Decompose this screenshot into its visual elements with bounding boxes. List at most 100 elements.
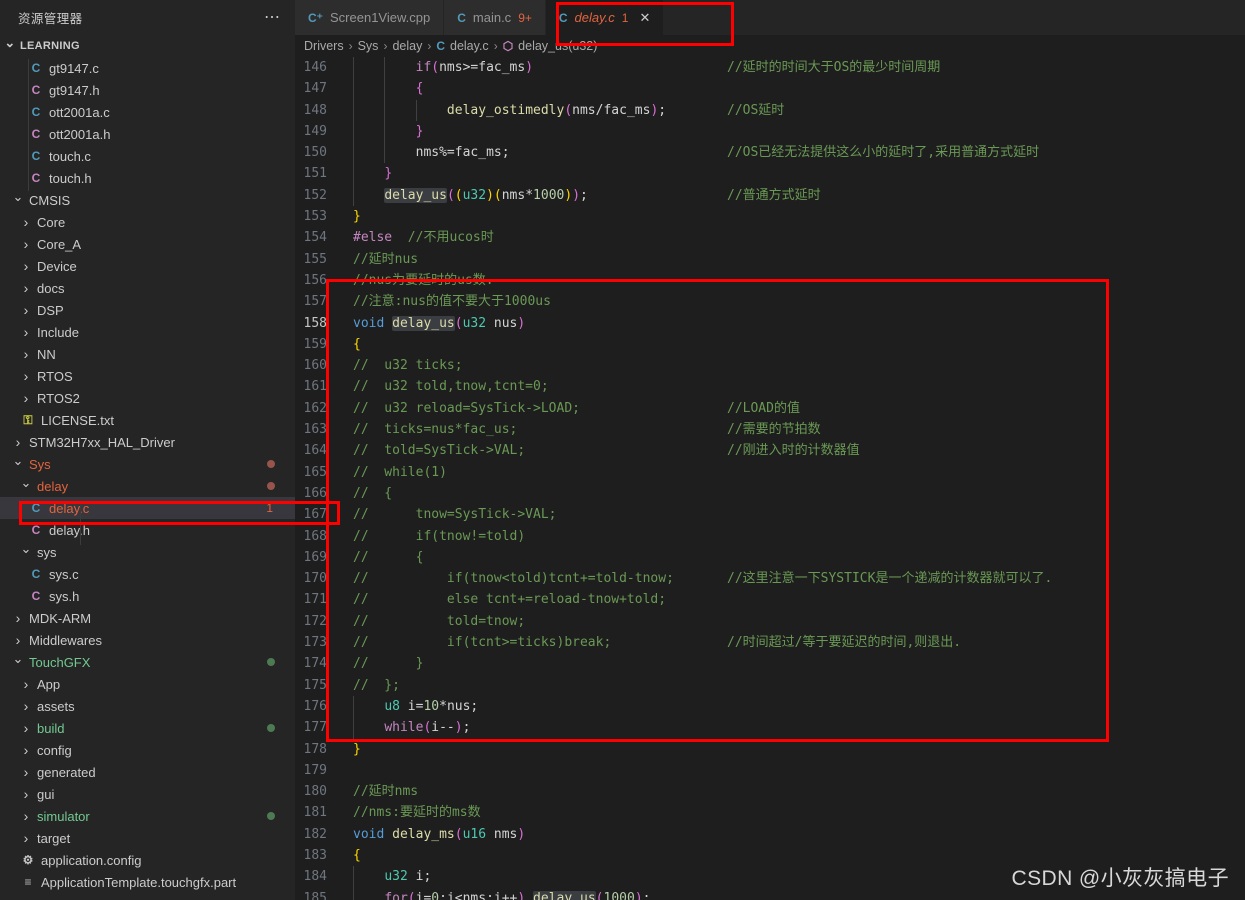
code-line: 159 { xyxy=(295,334,1245,355)
tree-item-include[interactable]: Include xyxy=(0,321,295,343)
tree-item-ott2001a-h[interactable]: Cott2001a.h xyxy=(0,123,295,145)
code-token: ; xyxy=(658,102,667,118)
code-editor[interactable]: 146 if(nms>=fac_ms)//延时的时间大于OS的最少时间周期 147… xyxy=(295,57,1245,900)
tree-item-label: LICENSE.txt xyxy=(41,412,114,428)
breadcrumb-part[interactable]: Drivers xyxy=(304,39,344,53)
code-token: %= xyxy=(439,145,455,161)
workspace-section-header[interactable]: LEARNING xyxy=(0,35,295,57)
tree-item-dsp[interactable]: DSP xyxy=(0,299,295,321)
code-token: i xyxy=(407,698,416,714)
code-line: 163 // ticks=nus*fac_us; //需要的节拍数 xyxy=(295,419,1245,440)
tree-item-sys[interactable]: sys xyxy=(0,541,295,563)
h-file-icon: C xyxy=(31,171,41,185)
tree-item-sys-h[interactable]: Csys.h xyxy=(0,585,295,607)
code-line: 168 // if(tnow!=told) xyxy=(295,526,1245,547)
code-line: 180 //延时nms xyxy=(295,781,1245,802)
code-token: //nus为要延时的us数. xyxy=(353,272,494,288)
code-token: u32 xyxy=(462,315,494,331)
tree-item-sys[interactable]: Sys xyxy=(0,453,295,475)
code-token: ) xyxy=(486,187,494,203)
tree-item-build[interactable]: build xyxy=(0,717,295,739)
code-token: fac_ms xyxy=(478,60,526,75)
tree-item-rtos[interactable]: RTOS xyxy=(0,365,295,387)
tree-item-label: Core xyxy=(37,214,66,230)
tree-item-middlewares[interactable]: Middlewares xyxy=(0,629,295,651)
tree-item-target[interactable]: target xyxy=(0,827,295,849)
tree-item-core[interactable]: Core xyxy=(0,211,295,233)
breadcrumb-separator-icon: › xyxy=(348,39,353,53)
tree-item-cmsis[interactable]: CMSIS xyxy=(0,189,295,211)
tree-item-gt9147-h[interactable]: Cgt9147.h xyxy=(0,79,295,101)
c-file-icon: C xyxy=(31,149,41,163)
tree-item-sys-c[interactable]: Csys.c xyxy=(0,563,295,585)
indent-guide xyxy=(353,866,354,888)
breadcrumb-part[interactable]: delay.c xyxy=(450,39,489,53)
tree-item-badge: 1 xyxy=(266,501,273,515)
code-line-text: void delay_us(u32 nus) xyxy=(341,313,1245,334)
tree-item-status-dot xyxy=(267,482,275,490)
tree-item-touch-c[interactable]: Ctouch.c xyxy=(0,145,295,167)
tree-item-gt9147-c[interactable]: Cgt9147.c xyxy=(0,57,295,79)
tree-item-ott2001a-c[interactable]: Cott2001a.c xyxy=(0,101,295,123)
tree-item-gui[interactable]: gui xyxy=(0,783,295,805)
code-token: void xyxy=(353,826,393,842)
tree-item-application-config[interactable]: ⚙ application.config xyxy=(0,849,295,871)
breadcrumb-part[interactable]: delay xyxy=(392,39,422,53)
editor-tab-main-c[interactable]: Cmain.c 9+ xyxy=(444,0,546,35)
line-number: 171 xyxy=(303,592,327,608)
code-token: * xyxy=(439,698,447,714)
chevron-right-icon xyxy=(12,610,24,626)
tree-item-docs[interactable]: docs xyxy=(0,277,295,299)
code-line: 157 //注意:nus的值不要大于1000us xyxy=(295,291,1245,312)
tree-item-config[interactable]: config xyxy=(0,739,295,761)
editor-tab-screen1view-cpp[interactable]: C⁺ Screen1View.cpp xyxy=(295,0,445,35)
code-token: ) xyxy=(634,890,643,900)
code-token: // u32 told,tnow,tcnt=0; xyxy=(353,379,549,395)
code-line-text: // while(1) xyxy=(341,462,1245,483)
tree-item-license-txt[interactable]: ⚿ LICENSE.txt xyxy=(0,409,295,431)
code-token: ( xyxy=(454,315,463,331)
chevron-down-icon xyxy=(12,654,24,670)
tree-item-rtos2[interactable]: RTOS2 xyxy=(0,387,295,409)
tree-item-nn[interactable]: NN xyxy=(0,343,295,365)
code-line: 165 // while(1) xyxy=(295,462,1245,483)
tree-item-delay-h[interactable]: Cdelay.h xyxy=(0,519,295,541)
breadcrumb-separator-icon: › xyxy=(427,39,432,53)
tree-item-mdk-arm[interactable]: MDK-ARM xyxy=(0,607,295,629)
code-line-text: // tnow=SysTick->VAL; xyxy=(341,504,1245,525)
line-number: 155 xyxy=(303,251,327,267)
code-line-text: void delay_ms(u16 nms) xyxy=(341,824,1245,845)
tree-item-generated[interactable]: generated xyxy=(0,761,295,783)
tree-item-touch-h[interactable]: Ctouch.h xyxy=(0,167,295,189)
tree-item-touchgfx[interactable]: TouchGFX xyxy=(0,651,295,673)
tree-item-core-a[interactable]: Core_A xyxy=(0,233,295,255)
tree-item-stm32h7xx-hal-driver[interactable]: STM32H7xx_HAL_Driver xyxy=(0,431,295,453)
code-token: // if(tnow!=told) xyxy=(353,528,526,544)
tab-bar-empty-space xyxy=(664,0,1245,35)
more-actions-icon[interactable]: ⋯ xyxy=(264,9,281,25)
tree-item-applicationtemplate-touchgfx-part[interactable]: ≡ ApplicationTemplate.touchgfx.part xyxy=(0,871,295,893)
tree-item-label: ApplicationTemplate.touchgfx.part xyxy=(41,874,237,890)
code-line-text: } xyxy=(341,163,1245,185)
tree-item-label: Device xyxy=(37,258,77,274)
tree-item-app[interactable]: App xyxy=(0,673,295,695)
indent-guide xyxy=(353,184,354,207)
line-number: 147 xyxy=(303,81,327,97)
line-number: 148 xyxy=(303,102,327,118)
breadcrumb-part[interactable]: delay_us(u32) xyxy=(518,39,597,53)
code-token: nms xyxy=(501,187,526,203)
breadcrumb-part[interactable]: Sys xyxy=(358,39,379,53)
tree-item-device[interactable]: Device xyxy=(0,255,295,277)
tree-item-label: config xyxy=(37,742,72,758)
indent-guide xyxy=(384,57,386,79)
editor-tab-delay-c[interactable]: Cdelay.c 1 ✕ xyxy=(545,0,665,35)
code-token: 1000 xyxy=(533,187,565,203)
tree-item-simulator[interactable]: simulator xyxy=(0,805,295,827)
tree-item-assets[interactable]: assets xyxy=(0,695,295,717)
code-token: { xyxy=(353,847,361,863)
close-icon[interactable]: ✕ xyxy=(639,10,650,26)
tree-item-delay-c[interactable]: Cdelay.c 1 xyxy=(0,497,295,519)
tree-item-delay[interactable]: delay xyxy=(0,475,295,497)
